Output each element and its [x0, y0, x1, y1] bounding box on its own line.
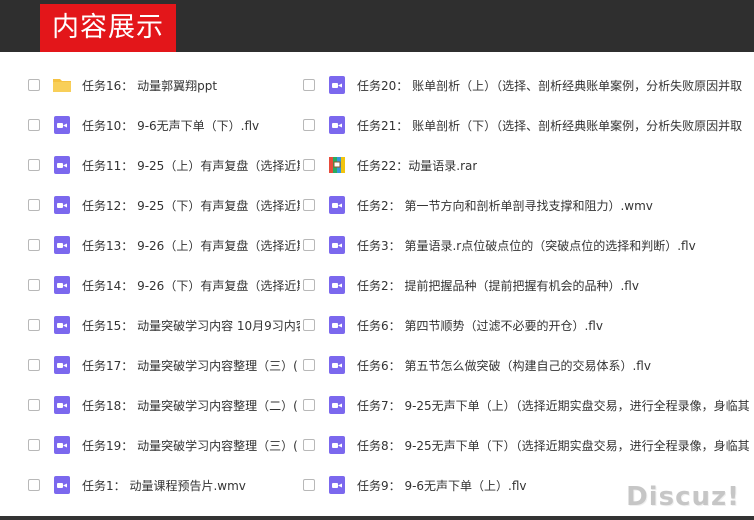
file-name[interactable]: 任务6： 第五节怎么做突破（构建自己的交易体系）.flv [357, 357, 651, 374]
file-name[interactable]: 任务8： 9-25无声下单（下）（选择近期实盘交易，进行全程录像，身临其 [357, 437, 750, 454]
video-icon [52, 235, 72, 255]
list-item[interactable]: 任务19： 动量突破学习内容整理（三）( [28, 432, 300, 458]
checkbox[interactable] [28, 319, 40, 331]
list-item[interactable]: 任务17： 动量突破学习内容整理（三）( [28, 352, 300, 378]
watermark: Discuz! [626, 482, 740, 512]
checkbox[interactable] [28, 359, 40, 371]
list-item[interactable]: 任务13： 9-26（上）有声复盘（选择近期 [28, 232, 300, 258]
list-item[interactable]: 任务18： 动量突破学习内容整理（二）( [28, 392, 300, 418]
list-item[interactable]: 任务15： 动量突破学习内容 10月9习内容 [28, 312, 300, 338]
file-name[interactable]: 任务21： 账单剖析（下）（选择、剖析经典账单案例，分析失败原因并取 [357, 117, 742, 134]
file-name[interactable]: 任务2： 第一节方向和剖析单剖寻找支撑和阻力）.wmv [357, 197, 653, 214]
list-item[interactable]: 任务20： 账单剖析（上）（选择、剖析经典账单案例，分析失败原因并取 [303, 72, 754, 98]
checkbox[interactable] [28, 239, 40, 251]
checkbox[interactable] [303, 79, 315, 91]
folder-icon [52, 75, 72, 95]
header-bar: 内容展示 [0, 0, 754, 52]
list-item[interactable]: 任务11： 9-25（上）有声复盘（选择近期 [28, 152, 300, 178]
file-name[interactable]: 任务7： 9-25无声下单（上）（选择近期实盘交易，进行全程录像，身临其 [357, 397, 750, 414]
checkbox[interactable] [28, 439, 40, 451]
checkbox[interactable] [303, 199, 315, 211]
list-item[interactable]: 任务6： 第五节怎么做突破（构建自己的交易体系）.flv [303, 352, 754, 378]
file-name[interactable]: 任务14： 9-26（下）有声复盘（选择近期 [82, 277, 300, 294]
video-icon [327, 475, 347, 495]
video-icon [327, 275, 347, 295]
video-icon [327, 75, 347, 95]
list-item[interactable]: 任务21： 账单剖析（下）（选择、剖析经典账单案例，分析失败原因并取 [303, 112, 754, 138]
title-box: 内容展示 [40, 4, 176, 52]
checkbox[interactable] [28, 399, 40, 411]
file-name[interactable]: 任务22：动量语录.rar [357, 157, 477, 174]
file-name[interactable]: 任务15： 动量突破学习内容 10月9习内容 [82, 317, 300, 334]
checkbox[interactable] [303, 159, 315, 171]
video-icon [52, 115, 72, 135]
file-name[interactable]: 任务3： 第量语录.r点位破点位的（突破点位的选择和判断）.flv [357, 237, 696, 254]
list-item[interactable]: 任务3： 第量语录.r点位破点位的（突破点位的选择和判断）.flv [303, 232, 754, 258]
checkbox[interactable] [28, 279, 40, 291]
video-icon [327, 235, 347, 255]
video-icon [52, 155, 72, 175]
checkbox[interactable] [303, 319, 315, 331]
file-name[interactable]: 任务19： 动量突破学习内容整理（三）( [82, 437, 298, 454]
checkbox[interactable] [28, 479, 40, 491]
list-item[interactable]: 任务7： 9-25无声下单（上）（选择近期实盘交易，进行全程录像，身临其 [303, 392, 754, 418]
checkbox[interactable] [303, 119, 315, 131]
file-name[interactable]: 任务1： 动量课程预告片.wmv [82, 477, 246, 494]
file-name[interactable]: 任务10： 9-6无声下单（下）.flv [82, 117, 259, 134]
checkbox[interactable] [303, 399, 315, 411]
video-icon [52, 435, 72, 455]
video-icon [327, 395, 347, 415]
video-icon [327, 435, 347, 455]
file-name[interactable]: 任务13： 9-26（上）有声复盘（选择近期 [82, 237, 300, 254]
list-item[interactable]: 任务10： 9-6无声下单（下）.flv [28, 112, 300, 138]
archive-icon [327, 155, 347, 175]
list-item[interactable]: 任务14： 9-26（下）有声复盘（选择近期 [28, 272, 300, 298]
video-icon [52, 475, 72, 495]
list-item[interactable]: 任务2： 第一节方向和剖析单剖寻找支撑和阻力）.wmv [303, 192, 754, 218]
video-icon [327, 315, 347, 335]
list-item[interactable]: 任务22：动量语录.rar [303, 152, 754, 178]
checkbox[interactable] [28, 79, 40, 91]
file-name[interactable]: 任务18： 动量突破学习内容整理（二）( [82, 397, 298, 414]
checkbox[interactable] [28, 159, 40, 171]
checkbox[interactable] [303, 439, 315, 451]
video-icon [52, 315, 72, 335]
file-name[interactable]: 任务16： 动量郭翼翔ppt [82, 77, 217, 94]
list-item[interactable]: 任务6： 第四节顺势（过滤不必要的开仓）.flv [303, 312, 754, 338]
checkbox[interactable] [303, 239, 315, 251]
page-title: 内容展示 [52, 12, 164, 43]
list-item[interactable]: 任务8： 9-25无声下单（下）（选择近期实盘交易，进行全程录像，身临其 [303, 432, 754, 458]
checkbox[interactable] [28, 199, 40, 211]
file-name[interactable]: 任务9： 9-6无声下单（上）.flv [357, 477, 527, 494]
checkbox[interactable] [28, 119, 40, 131]
file-name[interactable]: 任务17： 动量突破学习内容整理（三）( [82, 357, 298, 374]
file-name[interactable]: 任务12： 9-25（下）有声复盘（选择近期 [82, 197, 300, 214]
list-item[interactable]: 任务1： 动量课程预告片.wmv [28, 472, 300, 498]
video-icon [52, 195, 72, 215]
file-name[interactable]: 任务2： 提前把握品种（提前把握有机会的品种）.flv [357, 277, 639, 294]
video-icon [52, 275, 72, 295]
file-name[interactable]: 任务20： 账单剖析（上）（选择、剖析经典账单案例，分析失败原因并取 [357, 77, 742, 94]
checkbox[interactable] [303, 279, 315, 291]
video-icon [327, 115, 347, 135]
file-name[interactable]: 任务11： 9-25（上）有声复盘（选择近期 [82, 157, 300, 174]
list-item[interactable]: 任务16： 动量郭翼翔ppt [28, 72, 300, 98]
checkbox[interactable] [303, 359, 315, 371]
video-icon [327, 195, 347, 215]
video-icon [327, 355, 347, 375]
list-item[interactable]: 任务2： 提前把握品种（提前把握有机会的品种）.flv [303, 272, 754, 298]
video-icon [52, 395, 72, 415]
video-icon [52, 355, 72, 375]
file-name[interactable]: 任务6： 第四节顺势（过滤不必要的开仓）.flv [357, 317, 603, 334]
bottom-border [0, 516, 754, 520]
list-item[interactable]: 任务12： 9-25（下）有声复盘（选择近期 [28, 192, 300, 218]
checkbox[interactable] [303, 479, 315, 491]
